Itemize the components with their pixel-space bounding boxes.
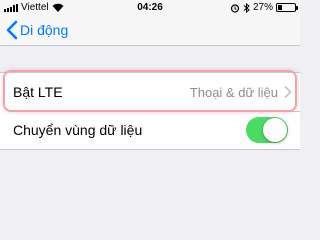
battery-percent: 27% <box>252 2 273 13</box>
back-button[interactable]: Di động <box>5 20 68 40</box>
cellular-settings-group: Bật LTE Thoại & dữ liệu Chuyển vùng dữ l… <box>0 72 300 150</box>
battery-level <box>278 5 283 10</box>
back-label: Di động <box>20 22 69 38</box>
status-bar: Viettel 04:26 27% <box>0 0 300 16</box>
enable-lte-row[interactable]: Bật LTE Thoại & dữ liệu <box>0 73 300 111</box>
data-roaming-row: Chuyển vùng dữ liệu <box>0 111 300 149</box>
chevron-left-icon <box>6 20 18 40</box>
status-right: 27% <box>230 2 298 13</box>
battery-icon <box>276 3 298 12</box>
enable-lte-value: Thoại & dữ liệu <box>189 84 278 100</box>
bluetooth-icon <box>243 2 250 13</box>
alarm-icon <box>230 3 240 13</box>
screen: Viettel 04:26 27% Di động Bật LTE Thoại … <box>0 0 300 225</box>
enable-lte-label: Bật LTE <box>13 84 63 100</box>
data-roaming-label: Chuyển vùng dữ liệu <box>13 122 143 138</box>
chevron-right-icon <box>284 86 292 98</box>
navigation-bar: Di động <box>0 16 300 46</box>
data-roaming-toggle[interactable] <box>246 117 288 143</box>
toggle-knob <box>263 118 287 142</box>
